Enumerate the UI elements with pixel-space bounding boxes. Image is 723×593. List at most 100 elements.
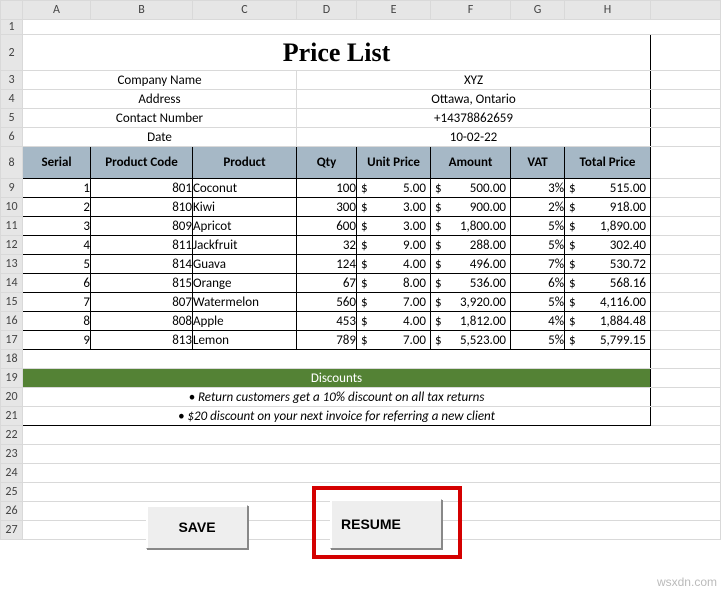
cell-unit-price[interactable]: $3.00 [357, 217, 431, 236]
cell-amount[interactable]: $500.00 [431, 179, 511, 198]
row-header[interactable]: 15 [1, 293, 23, 312]
cell-serial[interactable]: 5 [23, 255, 91, 274]
cell-unit-price[interactable]: $7.00 [357, 293, 431, 312]
cell-product[interactable]: Apricot [193, 217, 297, 236]
cell-qty[interactable]: 789 [297, 331, 357, 350]
cell-code[interactable]: 810 [91, 198, 193, 217]
row-header[interactable]: 6 [1, 128, 23, 147]
save-button[interactable]: SAVE [146, 505, 248, 549]
row-header[interactable]: 5 [1, 109, 23, 128]
cell-code[interactable]: 809 [91, 217, 193, 236]
cell-serial[interactable]: 1 [23, 179, 91, 198]
cell-qty[interactable]: 67 [297, 274, 357, 293]
row-header[interactable]: 13 [1, 255, 23, 274]
row-header[interactable]: 24 [1, 464, 23, 483]
cell-serial[interactable]: 4 [23, 236, 91, 255]
col-header[interactable]: D [297, 1, 357, 20]
spreadsheet-grid[interactable]: A B C D E F G H 1 2 Price List 3 Company… [0, 0, 721, 540]
row-header[interactable]: 11 [1, 217, 23, 236]
row-header[interactable]: 10 [1, 198, 23, 217]
row-header[interactable]: 17 [1, 331, 23, 350]
cell-unit-price[interactable]: $9.00 [357, 236, 431, 255]
cell-amount[interactable]: $288.00 [431, 236, 511, 255]
col-header[interactable]: A [23, 1, 91, 20]
cell-vat[interactable]: 2% [511, 198, 565, 217]
cell-amount[interactable]: $3,920.00 [431, 293, 511, 312]
cell-serial[interactable]: 9 [23, 331, 91, 350]
cell-product[interactable]: Orange [193, 274, 297, 293]
select-all[interactable] [1, 1, 23, 20]
cell-code[interactable]: 814 [91, 255, 193, 274]
cell-total[interactable]: $1,884.48 [565, 312, 651, 331]
cell-amount[interactable]: $496.00 [431, 255, 511, 274]
col-header[interactable]: F [431, 1, 511, 20]
cell-qty[interactable]: 100 [297, 179, 357, 198]
row-header[interactable]: 16 [1, 312, 23, 331]
cell-amount[interactable]: $900.00 [431, 198, 511, 217]
cell-code[interactable]: 815 [91, 274, 193, 293]
col-header[interactable]: G [511, 1, 565, 20]
cell-product[interactable]: Lemon [193, 331, 297, 350]
cell-unit-price[interactable]: $4.00 [357, 312, 431, 331]
row-header[interactable]: 20 [1, 388, 23, 407]
cell-code[interactable]: 811 [91, 236, 193, 255]
row-header[interactable]: 3 [1, 71, 23, 90]
row-header[interactable]: 25 [1, 483, 23, 502]
cell-total[interactable]: $5,799.15 [565, 331, 651, 350]
cell-total[interactable]: $515.00 [565, 179, 651, 198]
cell-serial[interactable]: 3 [23, 217, 91, 236]
row-header[interactable]: 19 [1, 369, 23, 388]
cell-qty[interactable]: 300 [297, 198, 357, 217]
cell-product[interactable]: Guava [193, 255, 297, 274]
cell-product[interactable]: Jackfruit [193, 236, 297, 255]
row-header[interactable]: 14 [1, 274, 23, 293]
row-header[interactable]: 21 [1, 407, 23, 426]
cell-qty[interactable]: 32 [297, 236, 357, 255]
cell-code[interactable]: 808 [91, 312, 193, 331]
cell-serial[interactable]: 8 [23, 312, 91, 331]
cell-total[interactable]: $302.40 [565, 236, 651, 255]
cell-code[interactable]: 807 [91, 293, 193, 312]
cell-vat[interactable]: 5% [511, 217, 565, 236]
row-header[interactable]: 23 [1, 445, 23, 464]
cell-unit-price[interactable]: $7.00 [357, 331, 431, 350]
cell-unit-price[interactable]: $3.00 [357, 198, 431, 217]
row-header[interactable]: 1 [1, 20, 23, 35]
cell-unit-price[interactable]: $5.00 [357, 179, 431, 198]
cell-qty[interactable]: 453 [297, 312, 357, 331]
cell-amount[interactable]: $5,523.00 [431, 331, 511, 350]
cell-total[interactable]: $4,116.00 [565, 293, 651, 312]
cell-total[interactable]: $568.16 [565, 274, 651, 293]
cell-code[interactable]: 801 [91, 179, 193, 198]
cell-total[interactable]: $1,890.00 [565, 217, 651, 236]
cell-amount[interactable]: $1,812.00 [431, 312, 511, 331]
col-header[interactable]: E [357, 1, 431, 20]
cell-serial[interactable]: 2 [23, 198, 91, 217]
cell-code[interactable]: 813 [91, 331, 193, 350]
cell-product[interactable]: Watermelon [193, 293, 297, 312]
cell-unit-price[interactable]: $4.00 [357, 255, 431, 274]
cell-vat[interactable]: 7% [511, 255, 565, 274]
cell-vat[interactable]: 5% [511, 236, 565, 255]
cell-qty[interactable]: 560 [297, 293, 357, 312]
row-header[interactable]: 27 [1, 521, 23, 540]
row-header[interactable]: 12 [1, 236, 23, 255]
cell-amount[interactable]: $1,800.00 [431, 217, 511, 236]
row-header[interactable]: 26 [1, 502, 23, 521]
cell-total[interactable]: $530.72 [565, 255, 651, 274]
col-header[interactable]: B [91, 1, 193, 20]
cell-vat[interactable]: 3% [511, 179, 565, 198]
cell-product[interactable]: Coconut [193, 179, 297, 198]
col-header[interactable]: H [565, 1, 651, 20]
row-header[interactable]: 4 [1, 90, 23, 109]
cell-vat[interactable]: 5% [511, 331, 565, 350]
row-header[interactable]: 22 [1, 426, 23, 445]
cell-qty[interactable]: 124 [297, 255, 357, 274]
cell-serial[interactable]: 6 [23, 274, 91, 293]
cell-product[interactable]: Apple [193, 312, 297, 331]
cell-vat[interactable]: 6% [511, 274, 565, 293]
cell-serial[interactable]: 7 [23, 293, 91, 312]
cell-unit-price[interactable]: $8.00 [357, 274, 431, 293]
col-header[interactable]: C [193, 1, 297, 20]
cell-total[interactable]: $918.00 [565, 198, 651, 217]
